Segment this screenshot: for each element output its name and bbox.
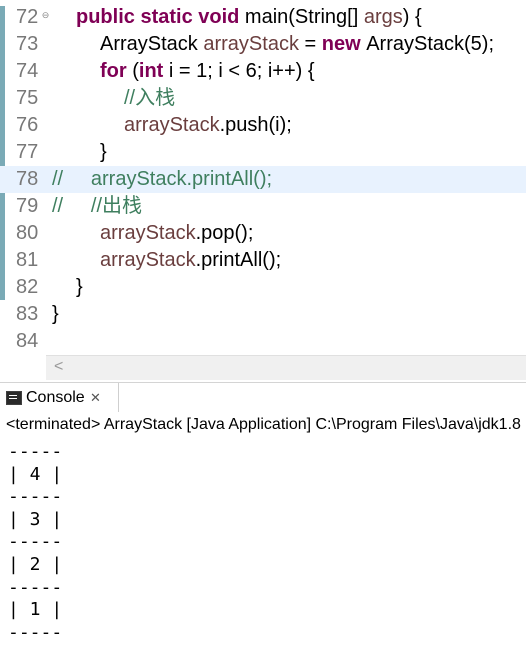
code-editor[interactable]: 72 ⊖ public static void main(String[] args… <box>0 0 526 354</box>
tab-console[interactable]: Console ✕ <box>0 383 119 413</box>
code-line[interactable]: 72 ⊖ public static void main(String[] args… <box>0 4 526 31</box>
code-token: } <box>100 141 107 163</box>
code-text: arrayStack.printAll(); <box>100 247 281 274</box>
code-text: public static void main(String[] args) { <box>76 4 422 31</box>
line-number: 72 <box>16 6 39 28</box>
code-token: } <box>76 276 83 298</box>
code-line[interactable]: 81 arrayStack.printAll(); <box>0 247 526 274</box>
console-output-line: ----- <box>8 441 63 462</box>
code-token: arrayStack <box>100 222 196 244</box>
scroll-left-icon[interactable]: < <box>54 358 63 376</box>
console-tab-label: Console <box>26 389 85 406</box>
code-line[interactable]: 77} <box>0 139 526 166</box>
console-output-line: ----- <box>8 576 63 598</box>
code-token: main(String[] <box>244 6 364 28</box>
line-number: 73 <box>16 33 39 55</box>
code-line[interactable]: 80 arrayStack.pop(); <box>0 220 526 247</box>
code-token: .pop(); <box>195 222 254 244</box>
console-tab-bar: Console ✕ <box>0 382 526 413</box>
console-output-line: ----- <box>8 531 63 553</box>
line-number: 84 <box>16 330 39 352</box>
code-text: // //出栈 <box>52 193 142 220</box>
line-number: 74 <box>16 60 39 82</box>
code-token: arrayStack <box>124 114 220 136</box>
line-number: 77 <box>16 141 39 163</box>
code-token: .push(i); <box>219 114 292 136</box>
console-output-line: ----- <box>8 486 63 508</box>
code-token: ) { <box>402 6 422 28</box>
code-text: } <box>52 301 59 328</box>
code-token: ArrayStack <box>100 33 204 55</box>
line-number: 81 <box>16 249 39 271</box>
console-output-line: | 3 | <box>8 508 63 530</box>
code-token: for <box>100 60 127 82</box>
code-line[interactable]: 76 arrayStack.push(i); <box>0 112 526 139</box>
code-token: //入栈 <box>124 87 176 109</box>
code-line[interactable]: 79 // //出栈 <box>0 193 526 220</box>
code-token: new <box>321 33 367 55</box>
code-text: arrayStack.pop(); <box>100 220 253 247</box>
code-token: ( <box>126 60 139 82</box>
console-status-text: <terminated> ArrayStack [Java Applicatio… <box>6 416 521 433</box>
line-number: 78 <box>16 168 39 190</box>
line-number: 82 <box>16 276 39 298</box>
code-text: arrayStack.push(i); <box>124 112 292 139</box>
code-text: } <box>76 274 83 301</box>
code-token: public static void <box>76 6 245 28</box>
code-text: ArrayStack arrayStack = new ArrayStack(5… <box>100 31 494 58</box>
code-token: args <box>363 6 403 28</box>
line-number: 79 <box>16 195 39 217</box>
code-token: arrayStack <box>203 33 299 55</box>
code-line[interactable]: 74 for (int i = 1; i < 6; i++) { <box>0 58 526 85</box>
code-line[interactable]: 83} <box>0 301 526 328</box>
editor-gutter-bottom <box>0 355 46 379</box>
code-line[interactable]: 82} <box>0 274 526 301</box>
code-line[interactable]: 75 //入栈 <box>0 85 526 112</box>
code-token: // arrayStack.printAll(); <box>52 168 273 190</box>
console-output-line: ----- <box>8 621 63 643</box>
console-output-line: | 1 | <box>8 599 63 621</box>
code-token: int <box>138 60 164 82</box>
code-text: // arrayStack.printAll(); <box>52 166 272 193</box>
code-text: for (int i = 1; i < 6; i++) { <box>100 58 315 85</box>
code-token: .printAll(); <box>195 249 282 271</box>
code-text: } <box>100 139 107 166</box>
code-token: arrayStack <box>100 249 196 271</box>
line-number: 76 <box>16 114 39 136</box>
line-number: 75 <box>16 87 39 109</box>
code-token: } <box>52 303 59 325</box>
console-output[interactable]: ----- | 4 | ----- | 3 | ----- | 2 | ----- | 1 |… <box>0 438 526 654</box>
code-line[interactable]: 73 ArrayStack arrayStack = new ArrayStack… <box>0 31 526 58</box>
line-number: 80 <box>16 222 39 244</box>
code-token: ArrayStack(5); <box>366 33 495 55</box>
close-icon[interactable]: ✕ <box>90 383 101 413</box>
code-token: = <box>298 33 322 55</box>
fold-collapse-icon[interactable]: ⊖ <box>41 11 50 20</box>
code-line[interactable]: 78 // arrayStack.printAll(); <box>0 166 526 193</box>
console-output-line: | 2 | <box>8 554 63 575</box>
line-number: 83 <box>16 303 39 325</box>
code-text: //入栈 <box>124 85 175 112</box>
console-icon <box>6 391 22 405</box>
code-line[interactable]: 84 <box>0 328 526 354</box>
console-launch-status: <terminated> ArrayStack [Java Applicatio… <box>0 412 526 439</box>
editor-horizontal-scrollbar[interactable]: < <box>46 355 526 380</box>
console-output-line: | 4 | <box>8 463 63 485</box>
code-token: i = 1; i < 6; i++) { <box>163 60 315 82</box>
code-token: // //出栈 <box>52 195 143 217</box>
